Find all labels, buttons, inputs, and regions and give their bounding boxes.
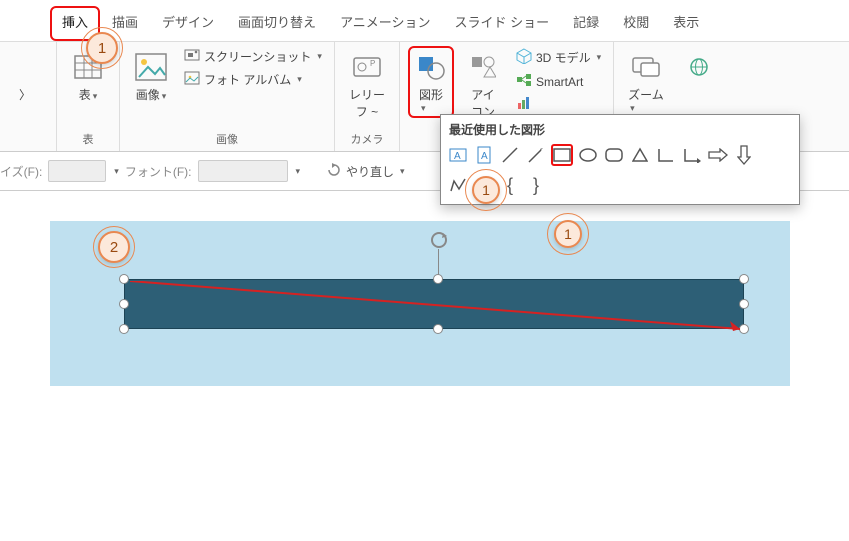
album-icon <box>184 71 200 88</box>
chart-icon <box>516 96 532 113</box>
shape-oval[interactable] <box>577 144 599 166</box>
shapes-button[interactable]: 図形▾ <box>408 46 454 118</box>
icons-icon <box>466 50 500 84</box>
tab-slideshow[interactable]: スライド ショー <box>443 6 562 41</box>
shapes-dropdown-title: 最近使用した図形 <box>445 119 795 140</box>
shapes-icon <box>414 50 448 84</box>
shape-triangle[interactable] <box>629 144 651 166</box>
smartart-button[interactable]: SmartArt <box>512 71 605 92</box>
shapes-recent-row: A A <box>445 140 795 170</box>
images-button[interactable]: 画像▾ <box>128 46 174 107</box>
link-button-partial[interactable] <box>676 46 722 88</box>
cameo-button[interactable]: P レリー フ ~ <box>343 46 391 124</box>
zoom-icon <box>629 50 663 84</box>
group-camera: P レリー フ ~ カメラ <box>335 42 400 151</box>
handle-sw[interactable] <box>119 324 129 334</box>
svg-text:P: P <box>370 59 375 68</box>
shape-textbox-v[interactable]: A <box>473 144 495 166</box>
screenshot-button[interactable]: スクリーンショット▾ <box>180 46 326 67</box>
tab-review[interactable]: 校閲 <box>611 6 661 41</box>
group-label-images: 画像 <box>216 129 238 149</box>
shape-textbox-h[interactable]: A <box>447 144 469 166</box>
tab-design[interactable]: デザイン <box>150 6 226 41</box>
shape-line-arrow[interactable] <box>525 144 547 166</box>
redo-button[interactable]: やり直し▾ <box>320 161 411 182</box>
tab-animations[interactable]: アニメーション <box>328 6 442 41</box>
group-label-tables: 表 <box>83 129 94 149</box>
drag-annotation-line <box>130 281 760 341</box>
handle-w[interactable] <box>119 299 129 309</box>
shape-line[interactable] <box>499 144 521 166</box>
link-icon <box>682 50 716 84</box>
shape-rounded-rect[interactable] <box>603 144 625 166</box>
cameo-icon: P <box>350 50 384 84</box>
svg-text:A: A <box>454 151 461 162</box>
shape-connector-elbow[interactable] <box>655 144 677 166</box>
tab-transitions[interactable]: 画面切り替え <box>226 6 328 41</box>
redo-icon <box>326 163 342 180</box>
group-label-camera: カメラ <box>350 129 383 149</box>
truncated-btn[interactable]: 〉 <box>2 46 48 107</box>
cube-icon <box>516 48 532 67</box>
screenshot-icon <box>184 48 200 65</box>
tab-view[interactable]: 表示 <box>661 6 711 41</box>
font-input[interactable] <box>198 160 288 182</box>
picture-icon <box>134 50 168 84</box>
zoom-button[interactable]: ズーム▾ <box>622 46 670 118</box>
3dmodel-button[interactable]: 3D モデル▾ <box>512 46 605 69</box>
callout-badge-shapes: 1 <box>472 176 500 204</box>
slide-canvas[interactable] <box>50 221 790 386</box>
ribbon-tabs: 挿入 描画 デザイン 画面切り替え アニメーション スライド ショー 記録 校閲… <box>0 0 849 42</box>
ribbon: 〉 表▾ 表 画像▾ <box>0 42 849 152</box>
shape-right-brace[interactable]: } <box>525 174 547 196</box>
callout-badge-rect: 1 <box>554 220 582 248</box>
callout-badge-1: 1 <box>86 32 118 64</box>
smartart-icon <box>516 73 532 90</box>
shape-block-arrow-right[interactable] <box>707 144 729 166</box>
shape-connector-elbow-arrow[interactable] <box>681 144 703 166</box>
size-label: イズ(F): <box>0 163 42 180</box>
svg-text:A: A <box>481 151 488 162</box>
chart-button[interactable] <box>512 94 605 115</box>
size-input[interactable] <box>48 160 106 182</box>
callout-badge-2: 2 <box>98 231 130 263</box>
handle-nw[interactable] <box>119 274 129 284</box>
photoalbum-button[interactable]: フォト アルバム▾ <box>180 69 326 90</box>
shape-block-arrow-down[interactable] <box>733 144 755 166</box>
rotation-handle[interactable] <box>428 229 450 251</box>
font-label: フォント(F): <box>125 163 192 180</box>
shape-rectangle[interactable] <box>551 144 573 166</box>
group-images: 画像▾ スクリーンショット▾ フォト アルバム▾ 画像 <box>120 42 335 151</box>
tab-record[interactable]: 記録 <box>561 6 611 41</box>
icons-button[interactable]: アイ コン <box>460 46 506 124</box>
